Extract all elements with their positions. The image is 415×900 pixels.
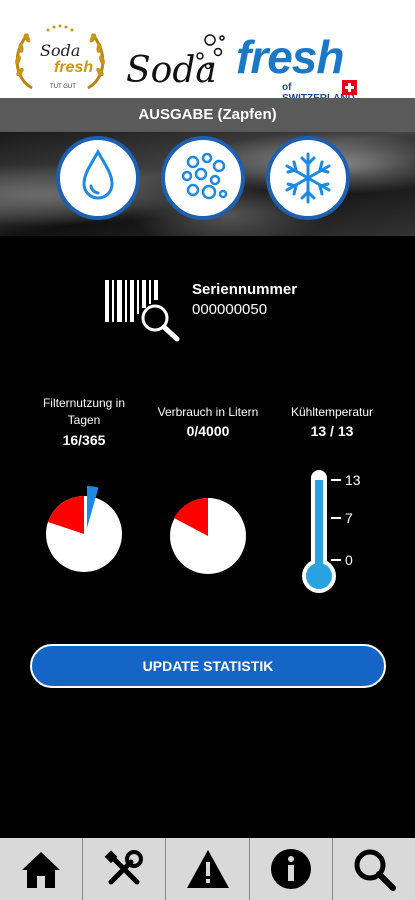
thermometer-level <box>315 480 323 572</box>
serial-number-label: Seriennummer <box>192 281 298 298</box>
filter-usage-label: Filternutzung in Tagen <box>42 396 126 427</box>
laurel-wreath-icon: Soda fresh TUT GUT <box>15 24 105 90</box>
warning-icon <box>186 850 229 888</box>
search-icon <box>354 849 396 891</box>
page-title: AUSGABE (Zapfen) <box>0 98 415 132</box>
sparkling-water-button[interactable] <box>161 136 245 220</box>
consumption-value: 0/4000 <box>186 423 230 439</box>
nav-search[interactable] <box>333 838 415 900</box>
filter-usage-value: 16/365 <box>62 432 106 448</box>
cooling-temperature-value: 13 / 13 <box>310 423 354 439</box>
nav-warnings[interactable] <box>166 838 250 900</box>
thermo-tick-7: 7 <box>345 510 353 526</box>
thermo-tick-0: 0 <box>345 552 353 568</box>
tools-icon <box>104 850 144 885</box>
serial-number-value: 000000050 <box>192 301 268 318</box>
header: Soda fresh TUT GUT Soda fresh of SWITZER… <box>0 0 415 104</box>
thermo-tick-13: 13 <box>345 472 361 488</box>
info-icon <box>270 849 311 889</box>
bottom-navigation <box>0 838 415 900</box>
thermometer-icon: 13 7 0 <box>302 470 361 593</box>
barcode-search-icon <box>105 280 180 342</box>
water-drop-icon <box>82 148 114 200</box>
consumption-pie <box>170 497 246 574</box>
svg-text:Soda: Soda <box>40 41 80 60</box>
mode-banner <box>0 132 415 236</box>
nav-home[interactable] <box>0 838 84 900</box>
filter-usage-pie <box>46 486 122 572</box>
swiss-flag-icon <box>342 80 357 95</box>
home-icon <box>22 852 61 888</box>
consumption-label: Verbrauch in Litern <box>157 405 259 419</box>
still-water-button[interactable] <box>56 136 140 220</box>
svg-text:fresh: fresh <box>54 59 93 76</box>
update-statistics-button[interactable]: UPDATE STATISTIK <box>30 644 386 688</box>
soda-fresh-logo: Soda fresh TUT GUT <box>10 22 110 94</box>
nav-tools[interactable] <box>83 838 167 900</box>
bubbles-icon <box>181 152 228 200</box>
cold-water-button[interactable] <box>266 136 350 220</box>
svg-text:TUT GUT: TUT GUT <box>50 84 76 90</box>
cooling-temperature-label: Kühltemperatur <box>290 405 374 419</box>
snowflake-icon <box>285 152 331 204</box>
nav-info[interactable] <box>250 838 333 900</box>
fresh-of-switzerland-logo: fresh of SWITZERLAND <box>236 34 366 104</box>
soda-logo: Soda <box>122 30 230 91</box>
